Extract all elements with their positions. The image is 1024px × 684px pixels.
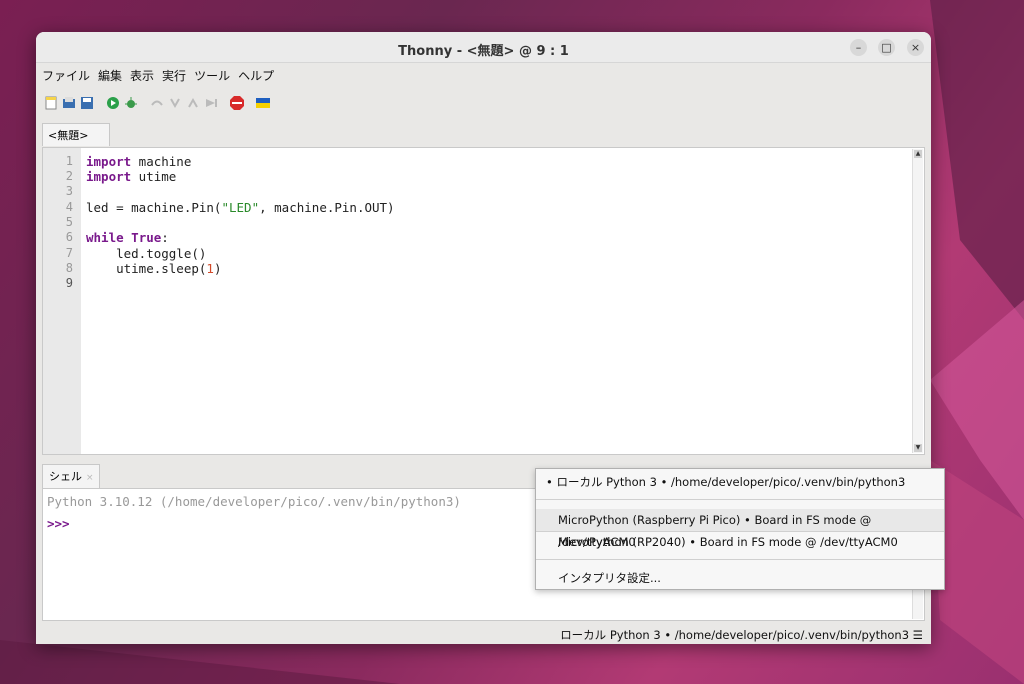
open-file-icon[interactable] xyxy=(62,95,76,109)
editor-tab-untitled[interactable]: <無題> *× xyxy=(42,123,110,165)
code-text: ) xyxy=(213,261,222,276)
save-file-icon[interactable] xyxy=(80,95,94,109)
menu-view[interactable]: 表示 xyxy=(130,67,154,84)
title-bar: Thonny - <無題> @ 9 : 1 – □ × xyxy=(36,32,931,63)
keyword: while xyxy=(86,230,124,245)
stop-icon[interactable] xyxy=(230,95,244,110)
code-line: led = machine.Pin("LED", machine.Pin.OUT… xyxy=(86,200,395,215)
shell-prompt: >>> xyxy=(47,516,70,531)
ukraine-flag-icon[interactable] xyxy=(256,95,270,109)
step-into-icon[interactable] xyxy=(168,95,182,109)
tab-close-icon[interactable]: × xyxy=(86,473,94,483)
shell-info: Python 3.10.12 (/home/developer/pico/.ve… xyxy=(47,494,461,509)
shell-tab[interactable]: シェル × xyxy=(42,464,100,488)
line-number: 7 xyxy=(65,246,73,260)
scroll-down-icon[interactable]: ▼ xyxy=(914,444,922,452)
new-file-icon[interactable] xyxy=(44,95,58,109)
keyword: import xyxy=(86,169,132,184)
code-editor[interactable]: 1 2 3 4 5 6 7 8 9 import machine import … xyxy=(42,147,925,455)
maximize-button[interactable]: □ xyxy=(878,39,895,56)
line-number: 6 xyxy=(65,230,73,244)
run-icon[interactable] xyxy=(106,95,120,109)
code-text: utime.sleep( xyxy=(86,261,207,276)
menu-tools[interactable]: ツール xyxy=(194,67,230,84)
number-literal: 1 xyxy=(206,261,214,276)
keyword: import xyxy=(86,154,132,169)
editor-scrollbar[interactable]: ▲ ▼ xyxy=(912,149,923,453)
code-line: led.toggle() xyxy=(86,246,207,261)
line-number-current: 9 xyxy=(65,276,73,290)
line-number: 1 xyxy=(65,154,73,168)
string-literal: "LED" xyxy=(221,200,260,215)
menu-edit[interactable]: 編集 xyxy=(98,67,122,84)
code-line: import machine xyxy=(86,154,191,169)
menu-separator xyxy=(536,559,944,560)
window-title: Thonny - <無題> @ 9 : 1 xyxy=(398,44,569,59)
step-out-icon[interactable] xyxy=(186,95,200,109)
toolbar xyxy=(36,88,931,115)
code-text: led = machine.Pin( xyxy=(86,200,222,215)
step-over-icon[interactable] xyxy=(150,95,164,109)
debug-icon[interactable] xyxy=(124,95,138,109)
line-number: 8 xyxy=(65,261,73,275)
code-text: utime xyxy=(131,169,177,184)
shell-tab-label: シェル xyxy=(49,470,82,483)
line-number: 2 xyxy=(65,169,73,183)
keyword: True xyxy=(131,230,162,245)
line-number-gutter: 1 2 3 4 5 6 7 8 9 xyxy=(43,148,81,454)
menu-help[interactable]: ヘルプ xyxy=(238,67,274,84)
interpreter-menu: • ローカル Python 3 • /home/developer/pico/.… xyxy=(535,468,945,590)
menu-file[interactable]: ファイル xyxy=(42,67,90,84)
scroll-up-icon[interactable]: ▲ xyxy=(914,150,922,158)
interpreter-option-rp2040[interactable]: MicroPython (RP2040) • Board in FS mode … xyxy=(536,531,944,553)
code-line: utime.sleep(1) xyxy=(86,261,221,276)
interpreter-settings-option[interactable]: インタプリタ設定... xyxy=(536,567,944,589)
code-line: while True: xyxy=(86,230,169,245)
code-text: , machine.Pin.OUT) xyxy=(259,200,395,215)
line-number: 3 xyxy=(65,184,73,198)
code-text: : xyxy=(161,230,169,245)
menu-bar: ファイル 編集 表示 実行 ツール ヘルプ xyxy=(36,63,931,88)
line-number: 4 xyxy=(65,200,73,214)
interpreter-option-local-python[interactable]: • ローカル Python 3 • /home/developer/pico/.… xyxy=(536,471,944,493)
menu-separator xyxy=(536,499,944,500)
code-text: machine xyxy=(131,154,192,169)
menu-run[interactable]: 実行 xyxy=(162,67,186,84)
resume-icon[interactable] xyxy=(204,95,218,109)
line-number: 5 xyxy=(65,215,73,229)
close-button[interactable]: × xyxy=(907,39,924,56)
status-bar: ローカル Python 3 • /home/developer/pico/.ve… xyxy=(36,624,931,644)
code-line: import utime xyxy=(86,169,176,184)
minimize-button[interactable]: – xyxy=(850,39,867,56)
interpreter-selector[interactable]: ローカル Python 3 • /home/developer/pico/.ve… xyxy=(560,627,923,643)
interpreter-option-pico[interactable]: MicroPython (Raspberry Pi Pico) • Board … xyxy=(536,509,944,549)
